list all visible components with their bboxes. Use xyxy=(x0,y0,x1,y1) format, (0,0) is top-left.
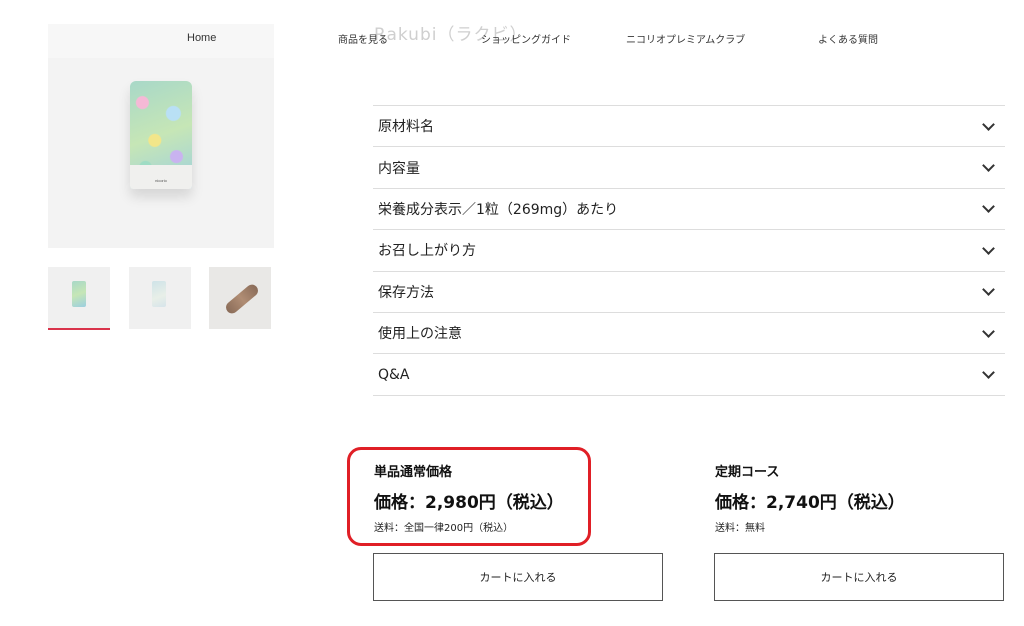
accordion-qa[interactable]: Q&A xyxy=(373,354,1005,396)
single-price-title: 単品通常価格 xyxy=(374,465,453,480)
nav-products[interactable]: 商品を見る xyxy=(338,31,388,46)
nav-premium-club[interactable]: ニコリオプレミアムクラブ xyxy=(626,31,745,46)
subscription-price-value: 価格：2,740円（税込） xyxy=(715,493,905,513)
thumbnail-3[interactable] xyxy=(209,267,271,329)
subscription-title: 定期コース xyxy=(715,465,780,480)
single-price-block: 単品通常価格 価格：2,980円（税込） 送料：全国一律200円（税込） xyxy=(374,461,674,534)
accordion-label: Q&A xyxy=(378,366,410,383)
pouch-back-thumbnail-icon xyxy=(152,281,166,307)
chevron-down-icon xyxy=(982,366,995,379)
add-to-cart-subscription-button[interactable]: カートに入れる xyxy=(714,553,1004,601)
subscription-shipping-note: 送料：無料 xyxy=(715,523,765,534)
accordion-ingredients[interactable]: 原材料名 xyxy=(373,106,1005,148)
accordion-label: 栄養成分表示／1粒（269mg）あたり xyxy=(378,201,619,218)
chevron-down-icon xyxy=(982,283,995,297)
accordion-nutrition[interactable]: 栄養成分表示／1粒（269mg）あたり xyxy=(373,189,1005,231)
single-shipping-note: 送料：全国一律200円（税込） xyxy=(374,523,514,534)
thumbnail-2[interactable] xyxy=(129,267,191,329)
accordion-label: 内容量 xyxy=(378,160,420,177)
single-price-value: 価格：2,980円（税込） xyxy=(374,493,564,513)
chevron-down-icon xyxy=(982,200,995,214)
chevron-down-icon xyxy=(982,241,995,255)
product-info-accordion: 原材料名 内容量 栄養成分表示／1粒（269mg）あたり お召し上がり方 保存方… xyxy=(373,105,1005,396)
accordion-how-to-take[interactable]: お召し上がり方 xyxy=(373,230,1005,272)
product-page: nicorio Rakubi（ラクビ） Home 商品を見る ショッピングガイド… xyxy=(0,0,1024,626)
header-nav: Rakubi（ラクビ） Home 商品を見る ショッピングガイド ニコリオプレミ… xyxy=(0,0,1024,60)
chevron-down-icon xyxy=(982,324,995,338)
accordion-precautions[interactable]: 使用上の注意 xyxy=(373,313,1005,355)
nav-faq[interactable]: よくある質問 xyxy=(818,31,878,46)
pouch-front-thumbnail-icon xyxy=(72,281,86,307)
accordion-label: お召し上がり方 xyxy=(378,243,476,260)
chevron-down-icon xyxy=(982,159,995,172)
nav-shopping-guide[interactable]: ショッピングガイド xyxy=(481,31,571,46)
accordion-contents[interactable]: 内容量 xyxy=(373,147,1005,189)
product-pouch-image: nicorio xyxy=(130,81,192,189)
accordion-label: 保存方法 xyxy=(378,284,434,301)
thumbnail-1[interactable] xyxy=(48,267,110,330)
subscription-price-block: 定期コース 価格：2,740円（税込） 送料：無料 xyxy=(715,461,1015,534)
pouch-brand-text: nicorio xyxy=(155,178,167,183)
accordion-storage[interactable]: 保存方法 xyxy=(373,272,1005,313)
add-to-cart-single-button[interactable]: カートに入れる xyxy=(373,553,663,601)
accordion-label: 原材料名 xyxy=(378,119,434,136)
capsule-thumbnail-icon xyxy=(223,282,261,316)
chevron-down-icon xyxy=(982,117,995,131)
nav-home[interactable]: Home xyxy=(187,32,216,44)
accordion-label: 使用上の注意 xyxy=(378,326,462,343)
